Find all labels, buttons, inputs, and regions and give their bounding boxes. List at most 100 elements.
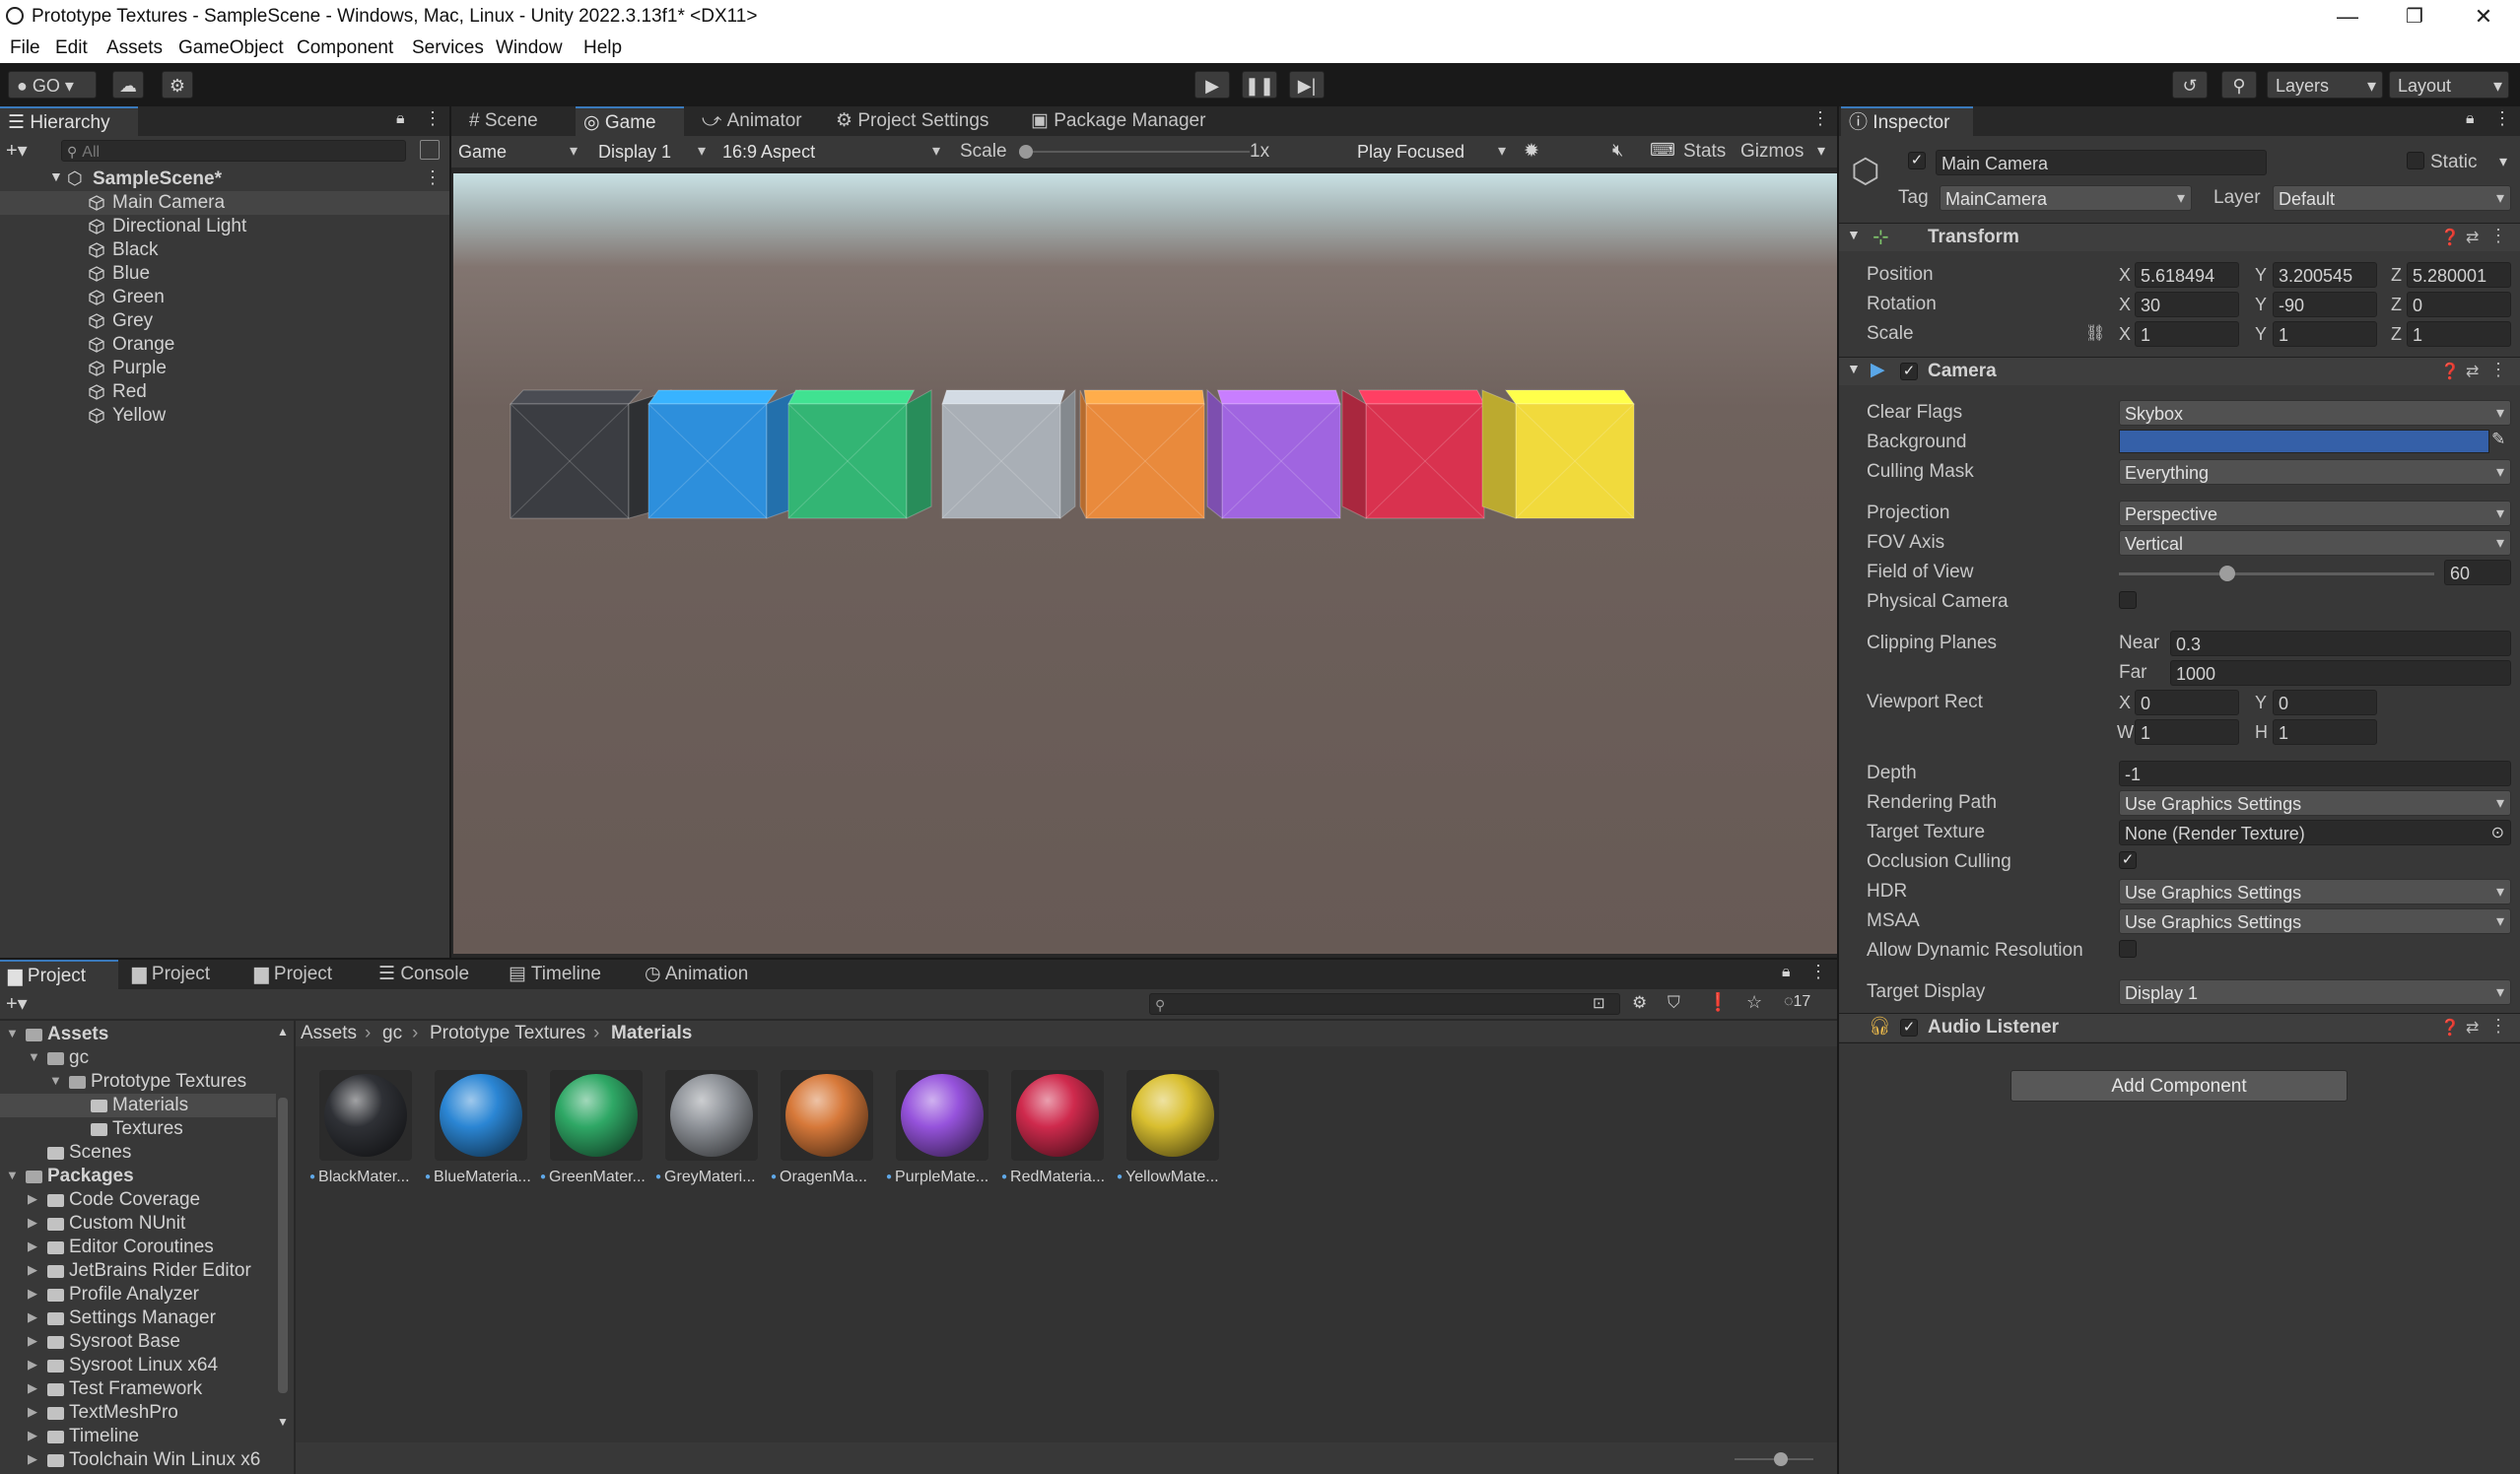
near-field[interactable]: 0.3 — [2170, 631, 2511, 656]
tab-hierarchy[interactable]: ☰ Hierarchy — [0, 106, 138, 136]
tree-package-item[interactable]: ▶ Sysroot Linux x64 — [0, 1354, 276, 1377]
collapse-arrow-icon[interactable]: ▶ — [28, 1380, 37, 1396]
tree-prototype-textures[interactable]: ▼ Prototype Textures — [0, 1070, 276, 1094]
icon-size-slider-handle[interactable] — [1774, 1452, 1788, 1466]
layout-dropdown[interactable]: Layout ▾ — [2389, 71, 2509, 99]
active-checkbox[interactable]: ✓ — [1908, 152, 1926, 169]
hierarchy-item[interactable]: Yellow — [0, 404, 449, 428]
rotation-y-field[interactable]: -90 — [2273, 292, 2377, 317]
scale-y-field[interactable]: 1 — [2273, 321, 2377, 347]
expand-arrow-icon[interactable]: ▼ — [28, 1049, 40, 1064]
target-display-dropdown[interactable]: Display 1 — [2119, 979, 2511, 1006]
tab-project-3[interactable]: ▆ Project — [246, 960, 340, 989]
tab-game[interactable]: ◎ Game — [576, 106, 684, 136]
collapse-arrow-icon[interactable]: ▶ — [28, 1404, 37, 1420]
project-search-input[interactable]: ⚲ — [1149, 993, 1620, 1015]
rendering-path-dropdown[interactable]: Use Graphics Settings — [2119, 790, 2511, 817]
help-icon[interactable]: ❓ — [2440, 362, 2460, 381]
rotation-x-field[interactable]: 30 — [2135, 292, 2239, 317]
stats-button[interactable]: Stats — [1683, 141, 1726, 163]
collapse-arrow-icon[interactable]: ▶ — [28, 1191, 37, 1207]
hierarchy-item[interactable]: Main Camera — [0, 191, 449, 215]
pause-button[interactable]: ❚❚ — [1242, 71, 1277, 99]
layers-dropdown[interactable]: Layers ▾ — [2267, 71, 2383, 99]
tab-timeline[interactable]: ▤ Timeline — [501, 960, 609, 989]
static-checkbox[interactable] — [2407, 152, 2424, 169]
tree-scenes[interactable]: Scenes — [0, 1141, 276, 1165]
search-options-icon[interactable] — [420, 140, 440, 160]
msaa-dropdown[interactable]: Use Graphics Settings — [2119, 908, 2511, 935]
tab-project-1[interactable]: ▆ Project — [0, 960, 118, 989]
scene-root[interactable]: ▼ ⬡ SampleScene* ⋮ — [0, 168, 449, 191]
scale-x-field[interactable]: 1 — [2135, 321, 2239, 347]
expand-arrow-icon[interactable]: ▼ — [1847, 227, 1861, 242]
transform-header[interactable]: ▼ ⊹ Transform ❓ ⇄ ⋮ — [1839, 224, 2520, 251]
collapse-arrow-icon[interactable]: ▶ — [28, 1239, 37, 1254]
scale-z-field[interactable]: 1 — [2407, 321, 2511, 347]
tree-package-item[interactable]: ▶ Custom NUnit — [0, 1212, 276, 1236]
hierarchy-item[interactable]: Grey — [0, 309, 449, 333]
lock-icon[interactable]: 🔒︎ — [2466, 110, 2475, 128]
lock-icon[interactable]: 🔒︎ — [1782, 964, 1791, 981]
occlusion-culling-checkbox[interactable]: ✓ — [2119, 851, 2137, 869]
scroll-down-icon[interactable]: ▼ — [277, 1415, 289, 1429]
hierarchy-item[interactable]: Black — [0, 238, 449, 262]
chevron-down-icon[interactable]: ▾ — [2499, 152, 2507, 171]
tab-project-2[interactable]: ▆ Project — [124, 960, 218, 989]
culling-mask-dropdown[interactable]: Everything — [2119, 459, 2511, 486]
help-icon[interactable]: ❓ — [2440, 228, 2460, 247]
projection-dropdown[interactable]: Perspective — [2119, 501, 2511, 527]
expand-arrow-icon[interactable]: ▼ — [6, 1168, 19, 1182]
menu-services[interactable]: Services — [412, 37, 484, 59]
bug-icon[interactable]: ✹ — [1524, 140, 1539, 163]
collapse-arrow-icon[interactable]: ▶ — [28, 1333, 37, 1349]
favorite-star-icon[interactable]: ☆ — [1746, 992, 1762, 1013]
hidden-packages-icon[interactable]: ◌17 — [1784, 993, 1810, 1011]
play-mode-dropdown[interactable]: Play Focused — [1352, 139, 1512, 165]
tab-inspector[interactable]: ⓘ Inspector — [1841, 106, 1973, 136]
gizmos-dropdown[interactable]: Gizmos — [1740, 141, 1804, 163]
aspect-dropdown[interactable]: 16:9 Aspect — [717, 139, 946, 165]
menu-help[interactable]: Help — [583, 37, 622, 59]
kebab-menu-icon[interactable]: ⋮ — [1809, 962, 1827, 982]
fov-slider-handle[interactable] — [2219, 566, 2235, 581]
tree-textures[interactable]: Textures — [0, 1117, 276, 1141]
viewport-h-field[interactable]: 1 — [2273, 719, 2377, 745]
tree-gc[interactable]: ▼ gc — [0, 1046, 276, 1070]
add-component-button[interactable]: Add Component — [2010, 1070, 2348, 1102]
step-button[interactable]: ▶| — [1289, 71, 1325, 99]
maximize-button[interactable]: ❐ — [2381, 0, 2448, 34]
menu-component[interactable]: Component — [297, 37, 393, 59]
collapse-arrow-icon[interactable]: ▶ — [28, 1357, 37, 1373]
tree-package-item[interactable]: ▶ JetBrains Rider Editor — [0, 1259, 276, 1283]
kebab-menu-icon[interactable]: ⋮ — [424, 168, 442, 188]
tree-package-item[interactable]: ▶ Settings Manager — [0, 1306, 276, 1330]
object-picker-icon[interactable]: ⊙ — [2491, 821, 2504, 844]
menu-gameobject[interactable]: GameObject — [178, 37, 284, 59]
rotation-z-field[interactable]: 0 — [2407, 292, 2511, 317]
clear-flags-dropdown[interactable]: Skybox — [2119, 400, 2511, 427]
chevron-down-icon[interactable]: ▾ — [1817, 141, 1825, 161]
hierarchy-item[interactable]: Purple — [0, 357, 449, 380]
minimize-button[interactable]: — — [2314, 0, 2381, 34]
tab-animator[interactable]: ⤻ Animator — [694, 106, 810, 136]
warning-icon[interactable]: ❗ — [1707, 992, 1729, 1013]
menu-assets[interactable]: Assets — [106, 37, 163, 59]
hierarchy-item[interactable]: Green — [0, 286, 449, 309]
viewport-x-field[interactable]: 0 — [2135, 690, 2239, 715]
kebab-menu-icon[interactable]: ⋮ — [1811, 108, 1829, 129]
filter-icon[interactable]: ⚙ — [1632, 993, 1647, 1013]
hierarchy-item[interactable]: Orange — [0, 333, 449, 357]
tree-package-item[interactable]: ▶ Toolchain Win Linux x6 — [0, 1448, 276, 1472]
kebab-menu-icon[interactable]: ⋮ — [2489, 360, 2507, 380]
collapse-arrow-icon[interactable]: ▶ — [28, 1451, 37, 1467]
play-button[interactable]: ▶ — [1194, 71, 1230, 99]
search-by-type-icon[interactable]: ⊡ — [1593, 994, 1605, 1012]
position-z-field[interactable]: 5.280001 — [2407, 262, 2511, 288]
scale-slider-handle[interactable] — [1019, 145, 1033, 159]
audio-listener-checkbox[interactable]: ✓ — [1900, 1019, 1918, 1037]
lock-icon[interactable]: 🔒︎ — [396, 110, 405, 128]
constrain-proportions-icon[interactable]: ⛓ — [2085, 323, 2105, 343]
preset-icon[interactable]: ⇄ — [2466, 228, 2479, 247]
hdr-dropdown[interactable]: Use Graphics Settings — [2119, 879, 2511, 905]
